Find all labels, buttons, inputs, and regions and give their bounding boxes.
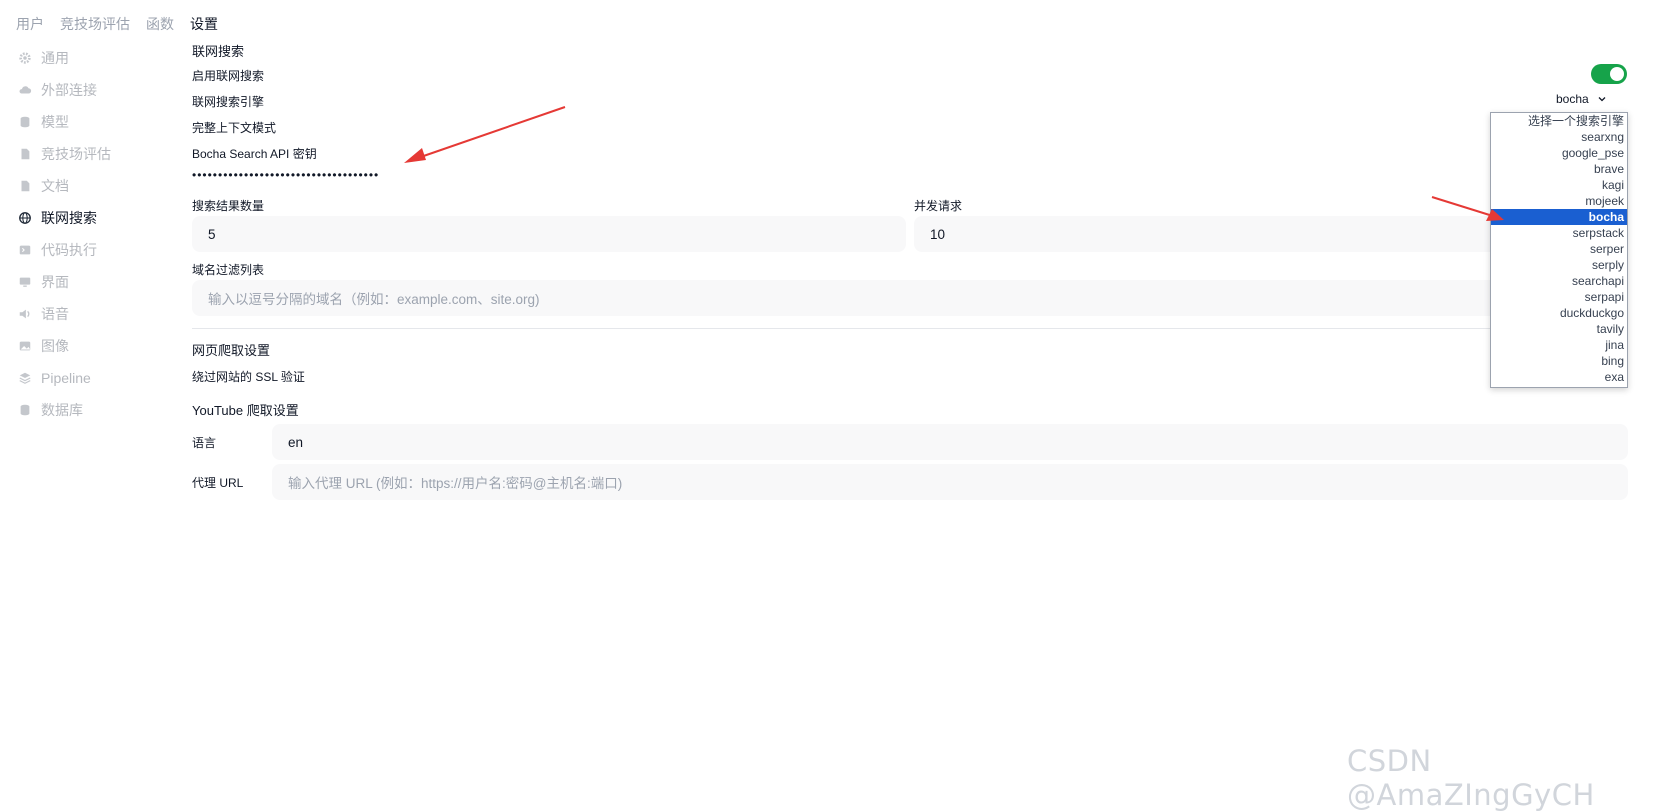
sidebar-item-interface[interactable]: 界面 xyxy=(18,266,168,298)
sidebar-item-audio[interactable]: 语音 xyxy=(18,298,168,330)
database-icon xyxy=(18,403,32,417)
dropdown-option[interactable]: searchapi xyxy=(1491,273,1627,289)
dropdown-option[interactable]: serply xyxy=(1491,257,1627,273)
language-input[interactable]: en xyxy=(272,424,1628,460)
search-engine-label: 联网搜索引擎 xyxy=(192,95,265,109)
sidebar-item-database[interactable]: 数据库 xyxy=(18,394,168,426)
dropdown-option[interactable]: bing xyxy=(1491,353,1627,369)
sidebar-item-pipeline[interactable]: Pipeline xyxy=(18,362,168,394)
dropdown-option[interactable]: jina xyxy=(1491,337,1627,353)
proxy-url-input[interactable]: 输入代理 URL (例如：https://用户名:密码@主机名:端口) xyxy=(272,464,1628,500)
language-label: 语言 xyxy=(192,436,217,450)
speaker-icon xyxy=(18,307,32,321)
sidebar-item-label: 界面 xyxy=(41,274,69,290)
image-icon xyxy=(18,339,32,353)
concurrent-requests-label: 并发请求 xyxy=(914,199,963,213)
sidebar-item-general[interactable]: 通用 xyxy=(18,42,168,74)
search-engine-select[interactable]: bocha xyxy=(1556,92,1607,106)
tab-settings[interactable]: 设置 xyxy=(190,14,218,34)
enable-web-search-toggle[interactable] xyxy=(1591,64,1627,84)
sidebar-item-label: 模型 xyxy=(41,114,69,130)
search-engine-value: bocha xyxy=(1556,92,1589,106)
sidebar-item-label: 代码执行 xyxy=(41,242,97,258)
dropdown-option[interactable]: exa xyxy=(1491,369,1627,385)
api-key-field[interactable]: •••••••••••••••••••••••••••••••••••• xyxy=(192,168,379,182)
full-context-label: 完整上下文模式 xyxy=(192,121,277,135)
monitor-icon xyxy=(18,275,32,289)
sidebar-item-images[interactable]: 图像 xyxy=(18,330,168,362)
annotation-arrow-bocha xyxy=(1431,196,1504,221)
crawl-settings-title: 网页爬取设置 xyxy=(192,343,271,358)
settings-sidebar: 通用 外部连接 模型 竞技场评估 文档 联网搜索 代码执行 界面 语音 图像 P… xyxy=(18,42,168,426)
document-icon xyxy=(18,147,32,161)
result-count-input[interactable]: 5 xyxy=(192,216,906,252)
dropdown-option[interactable]: brave xyxy=(1491,161,1627,177)
tab-arena[interactable]: 竞技场评估 xyxy=(60,14,130,34)
dropdown-option[interactable]: mojeek xyxy=(1491,193,1627,209)
web-search-section-title: 联网搜索 xyxy=(192,44,245,59)
terminal-icon xyxy=(18,243,32,257)
globe-icon xyxy=(18,211,32,225)
section-divider xyxy=(192,328,1624,329)
sidebar-item-models[interactable]: 模型 xyxy=(18,106,168,138)
sidebar-item-label: Pipeline xyxy=(41,370,91,386)
toggle-knob xyxy=(1610,67,1624,81)
domain-filter-input[interactable]: 输入以逗号分隔的域名（例如：example.com、site.org) xyxy=(192,280,1504,316)
result-count-label: 搜索结果数量 xyxy=(192,199,265,213)
sidebar-item-documents[interactable]: 文档 xyxy=(18,170,168,202)
document-icon xyxy=(18,179,32,193)
sidebar-item-code-execution[interactable]: 代码执行 xyxy=(18,234,168,266)
dropdown-option[interactable]: serpapi xyxy=(1491,289,1627,305)
sidebar-item-label: 联网搜索 xyxy=(41,210,97,226)
database-icon xyxy=(18,115,32,129)
dropdown-option[interactable]: tavily xyxy=(1491,321,1627,337)
layers-icon xyxy=(18,371,32,385)
dropdown-option[interactable]: duckduckgo xyxy=(1491,305,1627,321)
dropdown-option-selected[interactable]: bocha xyxy=(1491,209,1627,225)
bypass-ssl-label: 绕过网站的 SSL 验证 xyxy=(192,370,305,384)
tab-users[interactable]: 用户 xyxy=(16,14,44,34)
sidebar-item-web-search[interactable]: 联网搜索 xyxy=(18,202,168,234)
sidebar-item-label: 文档 xyxy=(41,178,69,194)
cloud-icon xyxy=(18,83,32,97)
top-tabs: 用户 竞技场评估 函数 设置 xyxy=(16,14,234,34)
watermark: CSDN @AmaZIngGyCH xyxy=(1347,744,1595,812)
dropdown-option[interactable]: serpstack xyxy=(1491,225,1627,241)
search-engine-dropdown: 选择一个搜索引擎 searxng google_pse brave kagi m… xyxy=(1490,112,1628,388)
sidebar-item-label: 语音 xyxy=(41,306,69,322)
chevron-down-icon xyxy=(1598,97,1606,102)
youtube-settings-title: YouTube 爬取设置 xyxy=(192,403,299,418)
dropdown-option[interactable]: searxng xyxy=(1491,129,1627,145)
sidebar-item-label: 数据库 xyxy=(41,402,83,418)
gear-icon xyxy=(18,51,32,65)
proxy-url-label: 代理 URL xyxy=(192,476,244,490)
domain-filter-label: 域名过滤列表 xyxy=(192,263,265,277)
api-key-label: Bocha Search API 密钥 xyxy=(192,147,317,161)
enable-web-search-label: 启用联网搜索 xyxy=(192,69,265,83)
sidebar-item-label: 图像 xyxy=(41,338,69,354)
concurrent-requests-input[interactable]: 10 xyxy=(914,216,1504,252)
sidebar-item-label: 通用 xyxy=(41,50,69,66)
sidebar-item-connections[interactable]: 外部连接 xyxy=(18,74,168,106)
annotation-arrow-api-key xyxy=(404,106,566,163)
sidebar-item-label: 竞技场评估 xyxy=(41,146,111,162)
sidebar-item-label: 外部连接 xyxy=(41,82,97,98)
dropdown-option[interactable]: google_pse xyxy=(1491,145,1627,161)
sidebar-item-arena[interactable]: 竞技场评估 xyxy=(18,138,168,170)
dropdown-option[interactable]: 选择一个搜索引擎 xyxy=(1491,113,1627,129)
dropdown-option[interactable]: kagi xyxy=(1491,177,1627,193)
tab-functions[interactable]: 函数 xyxy=(146,14,174,34)
dropdown-option[interactable]: serper xyxy=(1491,241,1627,257)
